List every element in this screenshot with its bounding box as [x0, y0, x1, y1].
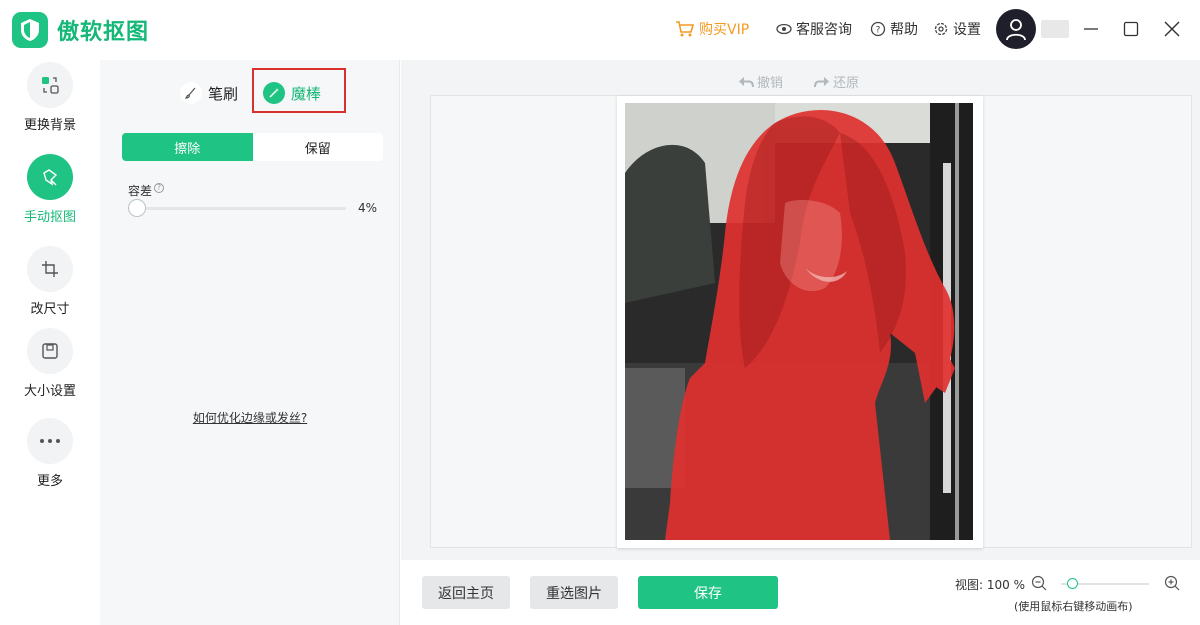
zoom-in-button[interactable] [1164, 575, 1180, 595]
zoom-level: 视图: 100 % [955, 578, 1025, 592]
size-settings-icon [27, 328, 73, 374]
nav-label-size-settings: 大小设置 [23, 384, 76, 399]
close-icon [1164, 21, 1180, 37]
nav-label-manual-cutout: 手动抠图 [23, 210, 76, 225]
buy-vip-button[interactable]: 购买VIP [675, 18, 749, 40]
canvas-area: 撤销 还原 [401, 60, 1200, 560]
question-circle-icon: ? [870, 21, 886, 37]
user-icon [1006, 19, 1026, 41]
maximize-icon [1123, 21, 1139, 37]
tool-tab-brush[interactable]: 笔刷 [180, 78, 238, 108]
minimize-icon [1084, 28, 1098, 30]
tool-panel: 笔刷 魔棒 擦除 保留 容差 ? 4% 如何优化边缘或发丝? [100, 60, 400, 625]
tolerance-slider-track[interactable] [130, 207, 346, 210]
zoom-out-button[interactable] [1031, 575, 1047, 595]
buy-vip-label: 购买VIP [699, 22, 750, 38]
nav-item-change-background[interactable]: 更换背景 [0, 62, 100, 133]
redo-icon [814, 76, 829, 87]
minimize-button[interactable] [1079, 17, 1103, 41]
save-button[interactable]: 保存 [638, 576, 778, 609]
nav-item-more[interactable]: 更多 [0, 418, 100, 489]
svg-text:?: ? [876, 26, 881, 36]
zoom-out-icon [1031, 575, 1047, 591]
gear-icon [934, 22, 948, 36]
help-button[interactable]: ? 帮助 [870, 18, 918, 40]
redo-label: 还原 [833, 76, 860, 91]
nav-item-size-settings[interactable]: 大小设置 [0, 328, 100, 399]
tolerance-value: 4% [358, 201, 378, 215]
nav-label-resize: 改尺寸 [30, 302, 70, 317]
nav-label-change-background: 更换背景 [23, 118, 76, 133]
keep-button[interactable]: 保留 [253, 133, 384, 161]
manual-cutout-icon [27, 154, 73, 200]
settings-button[interactable]: 设置 [933, 18, 981, 40]
brush-icon [180, 82, 202, 104]
highlight-box [252, 68, 346, 113]
support-label: 客服咨询 [796, 22, 852, 38]
undo-button[interactable]: 撤销 [738, 72, 783, 91]
swap-background-icon [27, 62, 73, 108]
help-label: 帮助 [890, 22, 918, 38]
erase-button[interactable]: 擦除 [122, 133, 253, 161]
app-title: 傲软抠图 [57, 20, 150, 45]
cart-icon [676, 21, 695, 37]
back-home-button[interactable]: 返回主页 [422, 576, 510, 609]
undo-icon [739, 76, 754, 87]
app-logo-icon [12, 12, 48, 48]
zoom-hint: (使用鼠标右键移动画布) [1014, 600, 1133, 613]
tolerance-label-text: 容差 [128, 184, 153, 198]
redo-button[interactable]: 还原 [814, 72, 859, 91]
crop-icon [27, 246, 73, 292]
erase-keep-toggle: 擦除 保留 [122, 133, 383, 161]
bottom-bar: 返回主页 重选图片 保存 视图: 100 % (使用鼠标右键移动画布) [401, 560, 1200, 625]
edge-help-link[interactable]: 如何优化边缘或发丝? [100, 409, 400, 426]
close-button[interactable] [1160, 17, 1184, 41]
tolerance-label: 容差 ? [128, 182, 165, 199]
username-placeholder [1041, 20, 1069, 38]
tool-tab-brush-label: 笔刷 [208, 84, 239, 103]
zoom-in-icon [1164, 575, 1180, 591]
tolerance-help-icon[interactable]: ? [154, 182, 165, 193]
photo-canvas[interactable] [625, 103, 973, 540]
tolerance-slider-thumb[interactable] [128, 199, 146, 217]
undo-label: 撤销 [757, 76, 784, 91]
nav-label-more: 更多 [36, 474, 63, 489]
left-nav: 更换背景 手动抠图 改尺寸 大小设置 更多 [0, 60, 100, 625]
image-card [617, 96, 983, 548]
support-button[interactable]: 客服咨询 [776, 18, 852, 40]
nav-item-resize[interactable]: 改尺寸 [0, 246, 100, 317]
avatar[interactable] [996, 9, 1036, 49]
maximize-button[interactable] [1119, 17, 1143, 41]
nav-item-manual-cutout[interactable]: 手动抠图 [0, 154, 100, 225]
zoom-slider-thumb[interactable] [1067, 578, 1078, 589]
more-icon [27, 418, 73, 464]
settings-label: 设置 [953, 22, 981, 38]
eye-icon [776, 23, 792, 35]
title-bar: 傲软抠图 购买VIP 客服咨询 ? 帮助 设置 [0, 0, 1200, 60]
reselect-image-button[interactable]: 重选图片 [530, 576, 618, 609]
